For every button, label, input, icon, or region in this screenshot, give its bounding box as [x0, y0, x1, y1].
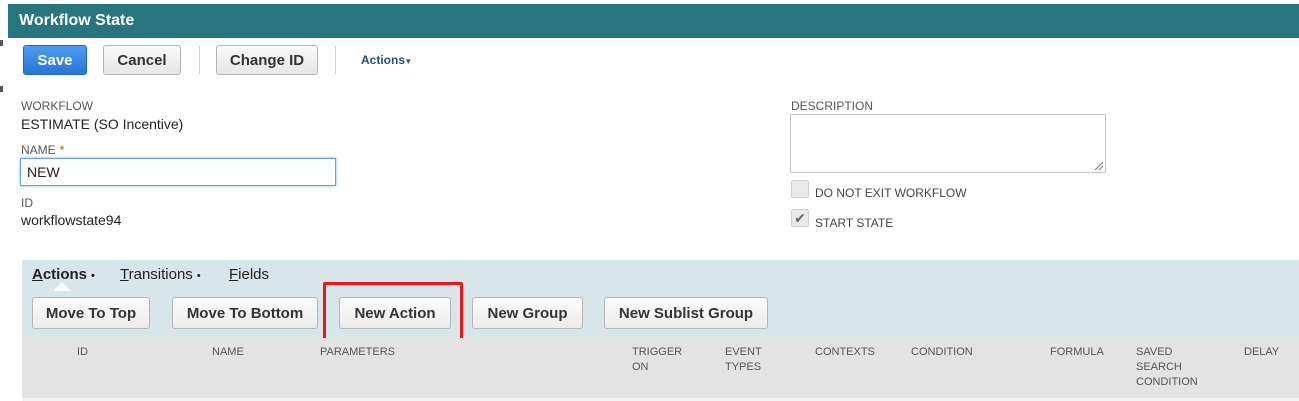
highlight-annotation-box [323, 282, 463, 344]
column-header-name[interactable]: NAME [212, 345, 244, 360]
chevron-down-icon: ▾ [406, 56, 411, 66]
toolbar-divider [199, 46, 200, 74]
toolbar-divider [335, 46, 336, 74]
edge-marker [0, 86, 3, 92]
tab-transitions[interactable]: Transitions • [120, 266, 201, 283]
window-left-edge [0, 0, 8, 401]
column-header-contexts[interactable]: CONTEXTS [815, 345, 875, 360]
description-label: DESCRIPTION [791, 99, 874, 113]
column-header-event-types-line2: TYPES [725, 361, 762, 373]
actions-menu-label: Actions [361, 53, 406, 67]
column-header-delay[interactable]: DELAY [1244, 345, 1279, 360]
tab-actions-accesskey: A [32, 266, 43, 283]
move-to-bottom-button[interactable]: Move To Bottom [172, 297, 318, 329]
column-header-saved-search-condition[interactable]: SAVED SEARCH CONDITION [1136, 345, 1198, 390]
column-header-condition[interactable]: CONDITION [911, 345, 973, 360]
save-button[interactable]: Save [23, 45, 87, 75]
start-state-label: START STATE [815, 216, 894, 230]
column-header-trigger-on-line1: TRIGGER [632, 346, 683, 358]
column-header-saved-line1: SAVED [1136, 346, 1173, 358]
active-tab-indicator [53, 282, 71, 291]
tab-actions[interactable]: Actions • [32, 266, 95, 283]
column-header-parameters[interactable]: PARAMETERS [320, 345, 395, 360]
change-id-button[interactable]: Change ID [216, 45, 318, 75]
name-input[interactable] [20, 158, 336, 186]
tab-transitions-label: ransitions [128, 266, 193, 283]
move-to-top-button[interactable]: Move To Top [32, 297, 150, 329]
page-title-bar: Workflow State [8, 4, 1299, 38]
column-header-saved-line2: SEARCH [1136, 361, 1182, 373]
description-textarea[interactable] [790, 114, 1106, 173]
tab-fields-label: ields [238, 266, 270, 283]
tab-fields-accesskey: F [229, 266, 239, 283]
do-not-exit-workflow-checkbox[interactable] [791, 180, 809, 198]
column-header-trigger-on[interactable]: TRIGGER ON [632, 345, 682, 375]
column-header-saved-line3: CONDITION [1136, 376, 1198, 388]
checkmark-icon: ✔ [794, 209, 806, 226]
workflow-label: WORKFLOW [21, 99, 93, 113]
column-header-formula[interactable]: FORMULA [1050, 345, 1104, 360]
cancel-button[interactable]: Cancel [103, 45, 181, 75]
column-header-event-types-line1: EVENT [725, 346, 762, 358]
actions-menu[interactable]: Actions▾ [361, 53, 411, 67]
new-sublist-group-button[interactable]: New Sublist Group [604, 297, 768, 329]
edge-marker [0, 40, 3, 46]
column-header-trigger-on-line2: ON [632, 361, 649, 373]
column-header-event-types[interactable]: EVENT TYPES [725, 345, 762, 375]
tab-transitions-dot: • [196, 270, 201, 282]
workflow-value: ESTIMATE (SO Incentive) [21, 116, 184, 132]
name-label: NAME * [21, 143, 64, 157]
id-label: ID [21, 196, 33, 210]
name-label-text: NAME [21, 143, 56, 157]
resize-grip-icon[interactable] [1095, 162, 1103, 170]
tab-transitions-accesskey: T [120, 266, 129, 283]
tab-fields[interactable]: Fields [229, 266, 269, 283]
new-group-button[interactable]: New Group [472, 297, 583, 329]
tab-actions-dot: • [91, 270, 95, 282]
id-value: workflowstate94 [21, 212, 122, 228]
start-state-checkbox[interactable]: ✔ [791, 209, 809, 227]
required-indicator: * [59, 143, 65, 157]
page-title: Workflow State [19, 12, 135, 29]
do-not-exit-workflow-label: DO NOT EXIT WORKFLOW [815, 186, 967, 200]
column-header-id[interactable]: ID [77, 345, 88, 360]
tab-actions-label: ctions [42, 266, 88, 283]
